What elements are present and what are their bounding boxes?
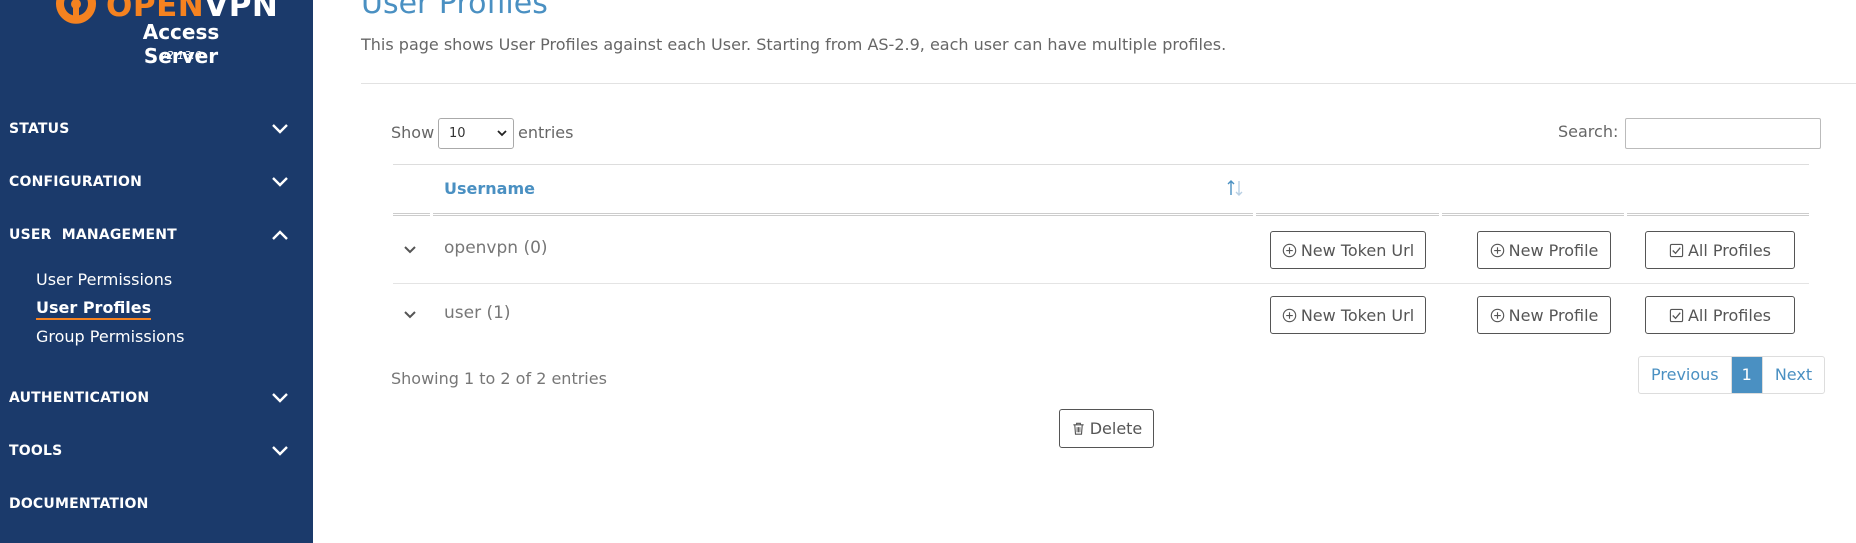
sidebar-item-user-profiles[interactable]: User Profiles — [36, 298, 152, 320]
new-token-url-button[interactable]: New Token Url — [1270, 296, 1426, 334]
column-separator — [1253, 212, 1256, 218]
showing-entries-info: Showing 1 to 2 of 2 entries — [391, 369, 607, 388]
plus-circle-icon — [1282, 308, 1297, 322]
search-label: Search: — [1558, 122, 1619, 141]
chevron-down-icon — [272, 124, 288, 134]
table-cell-username: openvpn (0) — [444, 238, 548, 258]
new-token-url-label: New Token Url — [1300, 240, 1415, 260]
nav-user-management-label: USER MANAGEMENT — [9, 227, 177, 243]
nav-status[interactable]: STATUS — [0, 110, 313, 150]
table-header-bottom-border — [393, 213, 1809, 216]
trash-icon — [1073, 422, 1084, 435]
nav-user-management[interactable]: USER MANAGEMENT — [0, 216, 313, 256]
checkbox-icon — [1669, 308, 1684, 322]
sort-icon[interactable] — [1226, 178, 1244, 198]
pagination: Previous 1 Next — [1638, 356, 1826, 394]
entries-label: entries — [518, 123, 574, 142]
all-profiles-label: All Profiles — [1687, 240, 1771, 260]
column-header-username[interactable]: Username — [444, 179, 535, 198]
all-profiles-label: All Profiles — [1687, 305, 1771, 325]
sidebar-item-user-permissions[interactable]: User Permissions — [36, 270, 172, 289]
nav-configuration-label: CONFIGURATION — [9, 174, 143, 190]
nav-configuration[interactable]: CONFIGURATION — [0, 163, 313, 203]
delete-label: Delete — [1089, 419, 1143, 438]
show-label: Show — [391, 123, 435, 142]
column-separator — [1439, 212, 1442, 218]
chevron-down-icon — [272, 177, 288, 187]
chevron-up-icon — [272, 230, 288, 240]
new-token-url-label: New Token Url — [1300, 305, 1415, 325]
brand-logo[interactable]: OPENVPN Access Server v2.13.0 — [54, 0, 284, 74]
sidebar: OPENVPN Access Server v2.13.0 STATUS CON… — [0, 0, 313, 543]
plus-circle-icon — [1490, 308, 1504, 322]
page-description: This page shows User Profiles against ea… — [361, 35, 1227, 54]
row-divider — [393, 283, 1809, 284]
nav-authentication[interactable]: AUTHENTICATION — [0, 379, 313, 419]
nav-authentication-label: AUTHENTICATION — [9, 390, 150, 406]
openvpn-logo-icon — [56, 0, 96, 24]
nav-tools-label: TOOLS — [9, 443, 63, 459]
column-separator — [1624, 212, 1627, 218]
pagination-previous[interactable]: Previous — [1639, 357, 1732, 393]
new-profile-button[interactable]: New Profile — [1477, 296, 1611, 334]
brand-version: v2.13.0 — [160, 49, 202, 62]
table-cell-username: user (1) — [444, 303, 511, 323]
new-profile-label: New Profile — [1508, 305, 1599, 325]
plus-circle-icon — [1490, 243, 1504, 257]
chevron-down-icon — [497, 130, 507, 137]
expand-row-chevron-icon[interactable] — [401, 305, 419, 323]
nav-documentation[interactable]: DOCUMENTATION — [0, 485, 313, 525]
expand-row-chevron-icon[interactable] — [401, 240, 419, 258]
nav-documentation-label: DOCUMENTATION — [9, 496, 149, 512]
new-profile-button[interactable]: New Profile — [1477, 231, 1611, 269]
entries-select[interactable]: 10 — [438, 118, 514, 149]
plus-circle-icon — [1282, 243, 1297, 257]
column-separator — [430, 212, 433, 218]
delete-button[interactable]: Delete — [1059, 409, 1154, 448]
chevron-down-icon — [272, 446, 288, 456]
pagination-page-1[interactable]: 1 — [1731, 357, 1762, 393]
pagination-next[interactable]: Next — [1761, 357, 1824, 393]
divider — [361, 83, 1856, 84]
nav-tools[interactable]: TOOLS — [0, 432, 313, 472]
entries-select-value: 10 — [449, 126, 466, 141]
all-profiles-button[interactable]: All Profiles — [1645, 231, 1795, 269]
sidebar-item-group-permissions[interactable]: Group Permissions — [36, 327, 184, 346]
new-profile-label: New Profile — [1508, 240, 1599, 260]
all-profiles-button[interactable]: All Profiles — [1645, 296, 1795, 334]
nav-status-label: STATUS — [9, 121, 70, 137]
new-token-url-button[interactable]: New Token Url — [1270, 231, 1426, 269]
chevron-down-icon — [272, 393, 288, 403]
checkbox-icon — [1669, 243, 1684, 257]
page-title: User Profiles — [361, 0, 548, 21]
table-header-top-border — [393, 164, 1809, 165]
search-input[interactable] — [1625, 118, 1821, 149]
